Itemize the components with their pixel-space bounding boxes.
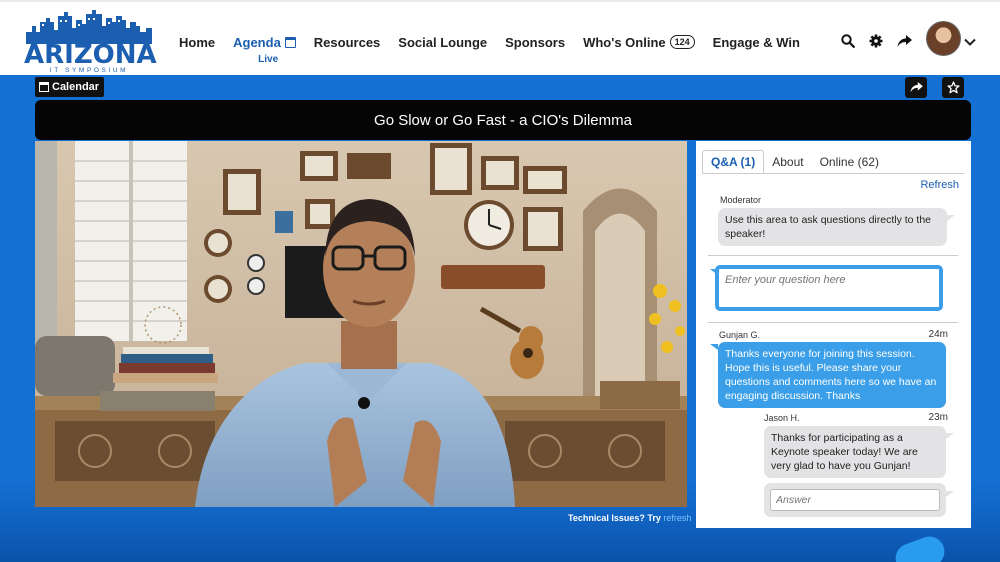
video-player[interactable]	[35, 141, 687, 507]
nav-sponsors[interactable]: Sponsors	[505, 35, 565, 50]
share-session-button[interactable]	[905, 77, 927, 98]
event-logo[interactable]: ARIZONA IT SYMPOSIUM	[24, 10, 157, 74]
calendar-button-label: Calendar	[52, 81, 100, 93]
refresh-link[interactable]: Refresh	[920, 179, 959, 191]
tab-online[interactable]: Online (62)	[812, 151, 887, 173]
reply-time: 23m	[928, 412, 948, 423]
session-title: Go Slow or Go Fast - a CIO's Dilemma	[374, 111, 632, 129]
nav-social-lounge[interactable]: Social Lounge	[398, 35, 487, 50]
refresh-video-link[interactable]: refresh	[663, 513, 691, 523]
main-nav: Home Agenda Live Resources Social Lounge…	[170, 32, 809, 65]
divider	[708, 255, 958, 256]
online-count-badge: 124	[669, 35, 695, 49]
search-icon[interactable]	[838, 31, 858, 51]
nav-whos-online-label: Who's Online	[583, 34, 666, 50]
calendar-button[interactable]: Calendar	[35, 77, 105, 97]
skyline-icon	[26, 10, 152, 44]
reply-message: Thanks for participating as a Keynote sp…	[764, 426, 946, 478]
question-input[interactable]	[719, 269, 939, 291]
header-actions	[838, 31, 922, 51]
nav-engage-win[interactable]: Engage & Win	[713, 35, 800, 50]
share-icon[interactable]	[894, 31, 914, 51]
chevron-down-icon[interactable]	[964, 33, 976, 51]
nav-home[interactable]: Home	[179, 35, 215, 50]
logo-wordmark: ARIZONA	[24, 40, 157, 70]
share-icon	[910, 82, 923, 93]
bubble-tail	[946, 491, 954, 497]
question-box	[715, 265, 943, 311]
calendar-icon	[39, 82, 49, 92]
user-avatar[interactable]	[926, 21, 961, 56]
nav-sponsors-label: Sponsors	[505, 34, 566, 50]
tabs-divider	[702, 173, 964, 174]
nav-resources-label: Resources	[313, 34, 381, 50]
nav-agenda[interactable]: Agenda Live	[233, 34, 296, 65]
tech-issues-note: Technical Issues? Try refresh	[568, 513, 691, 523]
nav-agenda-label: Agenda	[233, 34, 281, 50]
reply-author: Jason H.	[764, 413, 800, 423]
logo-subtitle: IT SYMPOSIUM	[49, 67, 129, 74]
session-title-bar: Go Slow or Go Fast - a CIO's Dilemma	[35, 100, 971, 140]
calendar-icon	[284, 36, 296, 48]
nav-agenda-live-label: Live	[258, 53, 279, 65]
gear-icon[interactable]	[866, 31, 886, 51]
nav-resources[interactable]: Resources	[314, 35, 380, 50]
nav-home-label: Home	[179, 34, 216, 50]
star-icon	[946, 81, 960, 94]
panel-tabs: Q&A (1) About Online (62)	[696, 149, 887, 173]
top-header: ARIZONA IT SYMPOSIUM Home Agenda Live Re…	[0, 0, 1000, 75]
divider	[708, 322, 958, 323]
message-author: Gunjan G.	[719, 330, 761, 340]
nav-whos-online[interactable]: Who's Online 124	[583, 35, 695, 50]
answer-composer	[764, 483, 946, 517]
answer-field	[770, 489, 940, 511]
bubble-tail	[946, 433, 954, 439]
favorite-button[interactable]	[942, 77, 964, 98]
moderator-message: Use this area to ask questions directly …	[718, 208, 947, 246]
bubble-tail	[710, 344, 718, 350]
chat-message: Thanks everyone for joining this session…	[718, 342, 946, 408]
answer-input[interactable]	[771, 490, 939, 510]
message-time: 24m	[928, 329, 948, 340]
bubble-tail	[947, 215, 955, 221]
tab-qa[interactable]: Q&A (1)	[702, 150, 765, 173]
nav-social-lounge-label: Social Lounge	[398, 34, 488, 50]
tab-about[interactable]: About	[764, 151, 811, 173]
nav-engage-win-label: Engage & Win	[712, 34, 800, 50]
moderator-name: Moderator	[720, 195, 762, 205]
qa-panel: Q&A (1) About Online (62) Refresh Modera…	[696, 141, 971, 528]
tech-issues-text: Technical Issues? Try	[568, 513, 661, 523]
speaker-video-frame	[35, 141, 687, 507]
